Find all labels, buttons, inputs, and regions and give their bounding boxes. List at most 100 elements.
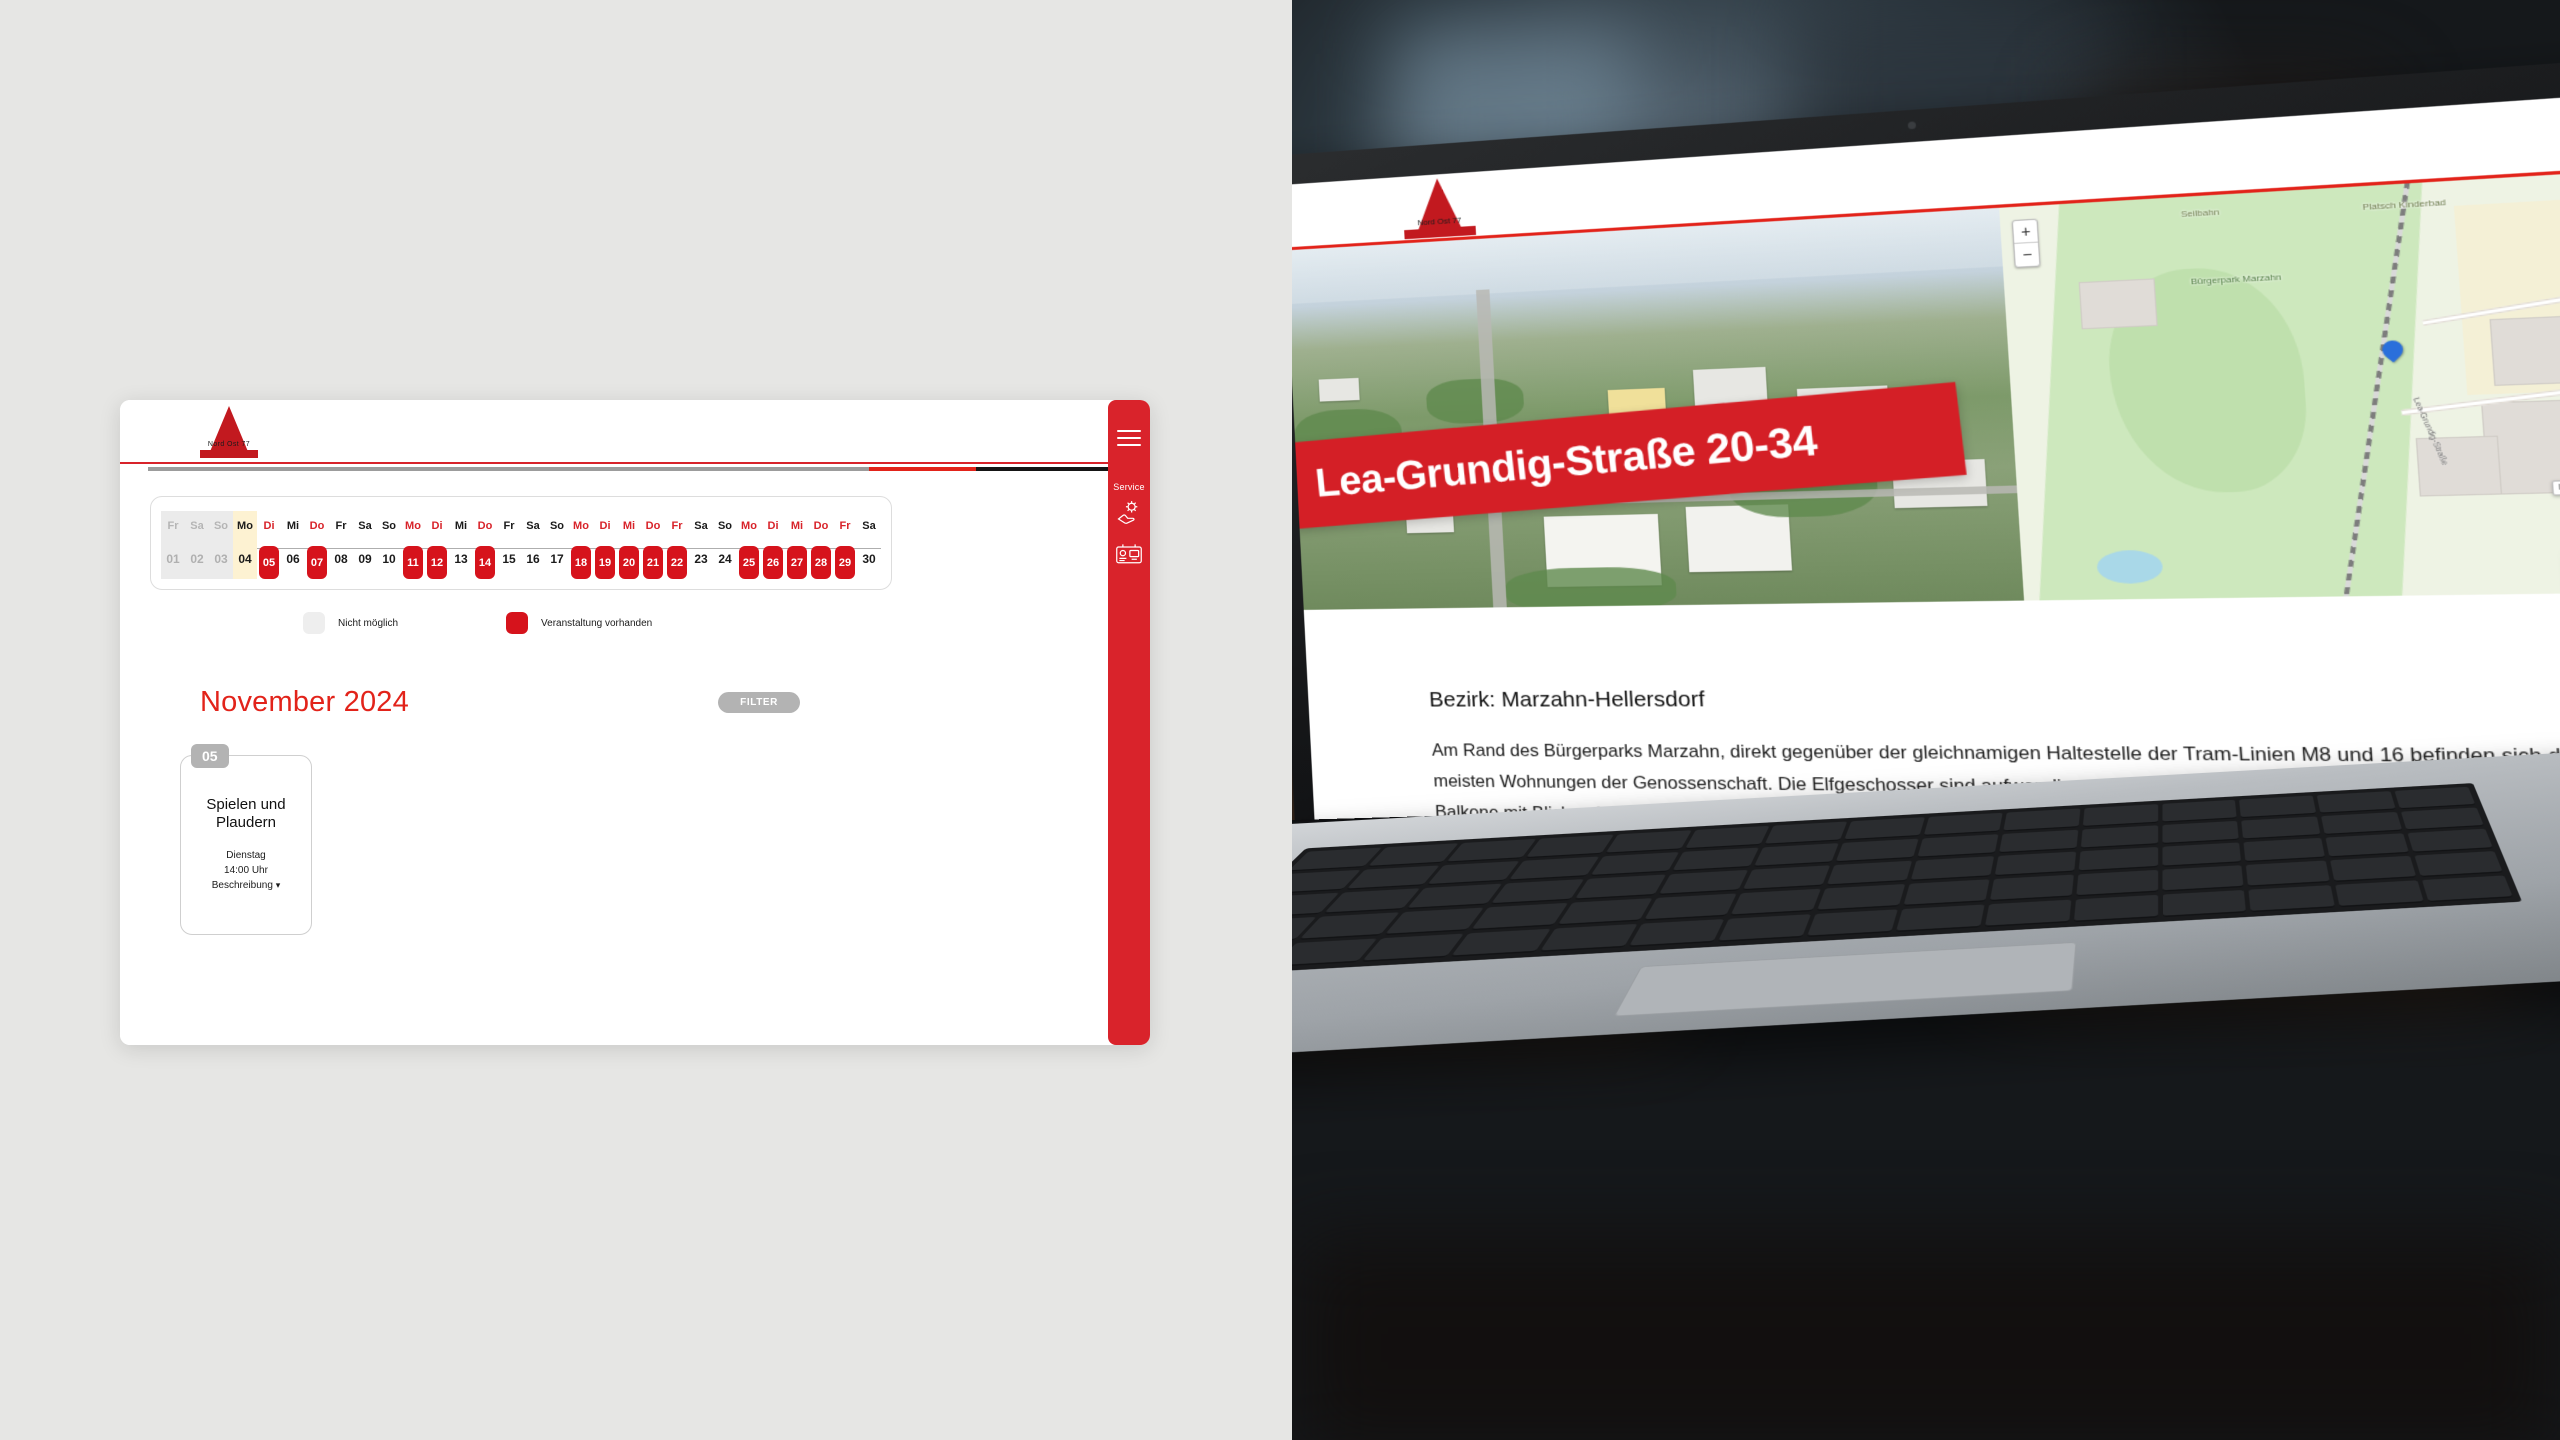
keyboard-key — [1999, 829, 2078, 853]
logo-nord-ost-77[interactable]: Nord Ost 77 — [200, 406, 258, 458]
keyboard-key — [1292, 848, 1381, 872]
calendar-day-19[interactable]: Di 19 — [593, 511, 617, 579]
event-card[interactable]: 05 Spielen und Plaudern Dienstag 14:00 U… — [180, 755, 312, 935]
calendar-day-number: 08 — [334, 553, 347, 565]
map-zoom-controls[interactable]: + − — [2012, 219, 2041, 268]
keyboard-key — [2162, 865, 2244, 891]
calendar-day-event-pill[interactable]: 12 — [427, 546, 447, 579]
event-description-label: Beschreibung — [212, 880, 273, 891]
hamburger-menu-icon[interactable] — [1117, 430, 1141, 451]
keyboard-key — [2395, 787, 2476, 809]
calendar-weekday-label: So — [377, 511, 401, 535]
calendar-day-27[interactable]: Mi 27 — [785, 511, 809, 579]
calendar-day-13[interactable]: Mi 13 — [449, 511, 473, 579]
calendar-day-05[interactable]: Di 05 — [257, 511, 281, 579]
calendar-day-number-wrap: 14 — [473, 535, 497, 579]
calendar-day-event-pill[interactable]: 21 — [643, 546, 663, 579]
calendar-day-12[interactable]: Di 12 — [425, 511, 449, 579]
osm-map[interactable]: + − Bürgerpark Marzahn Platsch Kinderbad… — [2000, 168, 2560, 600]
calendar-day-24[interactable]: So 24 — [713, 511, 737, 579]
keyboard-key — [1362, 933, 1464, 962]
calendar-day-15[interactable]: Fr 15 — [497, 511, 521, 579]
calendar-day-number-wrap: 23 — [689, 535, 713, 579]
keyboard-key — [1292, 938, 1378, 967]
keyboard-key — [1526, 835, 1614, 858]
calendar-day-event-pill[interactable]: 26 — [763, 546, 783, 579]
calendar-day-event-pill[interactable]: 19 — [595, 546, 615, 579]
calendar-weekday-label: Mi — [617, 511, 641, 535]
calendar-weekday-label: So — [713, 511, 737, 535]
calendar-day-event-pill[interactable]: 05 — [259, 546, 279, 579]
map-zoom-in-button[interactable]: + — [2013, 220, 2038, 244]
calendar-day-02: Sa 02 — [185, 511, 209, 579]
calendar-weekday-label: Do — [305, 511, 329, 535]
laptop-device: Service — [1292, 64, 2560, 1386]
calendar-day-event-pill[interactable]: 07 — [307, 546, 327, 579]
calendar-day-event-pill[interactable]: 25 — [739, 546, 759, 579]
calendar-day-23[interactable]: Sa 23 — [689, 511, 713, 579]
calendar-day-event-pill[interactable]: 28 — [811, 546, 831, 579]
calendar-day-29[interactable]: Fr 29 — [833, 511, 857, 579]
keyboard-key — [1754, 843, 1839, 867]
calendar-day-04[interactable]: Mo 04 — [233, 511, 257, 579]
map-pin-icon[interactable] — [2382, 340, 2404, 366]
calendar-day-06[interactable]: Mi 06 — [281, 511, 305, 579]
keyboard-key — [1540, 924, 1638, 952]
calendar-day-14[interactable]: Do 14 — [473, 511, 497, 579]
calendar-day-20[interactable]: Mi 20 — [617, 511, 641, 579]
keyboard-key — [2321, 812, 2402, 835]
calendar-day-26[interactable]: Di 26 — [761, 511, 785, 579]
calendar-weekday-label: Do — [809, 511, 833, 535]
calendar-day-30[interactable]: Sa 30 — [857, 511, 881, 579]
calendar-day-16[interactable]: Sa 16 — [521, 511, 545, 579]
calendar-day-event-pill[interactable]: 22 — [667, 546, 687, 579]
keyboard-key — [2336, 880, 2425, 907]
calendar-day-event-pill[interactable]: 27 — [787, 546, 807, 579]
calendar-day-17[interactable]: So 17 — [545, 511, 569, 579]
calendar-weekday-label: Mi — [449, 511, 473, 535]
calendar-day-25[interactable]: Mo 25 — [737, 511, 761, 579]
calendar-day-22[interactable]: Fr 22 — [665, 511, 689, 579]
keyboard-key — [2331, 856, 2417, 882]
calendar-day-11[interactable]: Mo 11 — [401, 511, 425, 579]
calendar-day-28[interactable]: Do 28 — [809, 511, 833, 579]
legend-swatch-gray — [303, 612, 325, 634]
calendar-day-21[interactable]: Do 21 — [641, 511, 665, 579]
laptop-lid: Service — [1292, 54, 2560, 871]
calendar-weekday-label: Mo — [233, 511, 257, 535]
calendar-weekday-label: Mi — [281, 511, 305, 535]
calendar-day-event-pill[interactable]: 20 — [619, 546, 639, 579]
filter-button[interactable]: FILTER — [718, 692, 800, 713]
calendar-day-09[interactable]: Sa 09 — [353, 511, 377, 579]
chevron-down-icon: ▾ — [276, 880, 281, 890]
keyboard-key — [2408, 829, 2494, 853]
calendar-day-10[interactable]: So 10 — [377, 511, 401, 579]
keyboard-key — [2080, 825, 2157, 849]
calendar-day-07[interactable]: Do 07 — [305, 511, 329, 579]
keyboard-key — [1817, 884, 1905, 911]
calendar-weekday-label: Fr — [665, 511, 689, 535]
calendar-day-number: 17 — [550, 553, 563, 565]
calendar-day-18[interactable]: Mo 18 — [569, 511, 593, 579]
calendar-day-event-pill[interactable]: 14 — [475, 546, 495, 579]
keyboard-key — [1575, 874, 1667, 900]
id-card-monitor-icon[interactable] — [1115, 540, 1143, 568]
browser-window: Service Nord Ost 77 Fr 01 Sa 02 So 03 Mo… — [120, 400, 1150, 1045]
logo-nord-ost-77[interactable]: Nord Ost 77 — [1402, 176, 1477, 239]
page-progress-bar[interactable] — [120, 464, 1150, 474]
keyboard-key — [2082, 804, 2157, 827]
gear-in-hand-icon[interactable] — [1115, 498, 1143, 526]
calendar-day-number-wrap: 17 — [545, 535, 569, 579]
calendar-day-event-pill[interactable]: 29 — [835, 546, 855, 579]
keyboard-key — [2326, 833, 2410, 858]
logo-bar — [200, 450, 258, 458]
map-zoom-out-button[interactable]: − — [2015, 243, 2040, 267]
event-description-toggle[interactable]: Beschreibung ▾ — [191, 880, 301, 891]
calendar-day-number: 03 — [214, 553, 227, 565]
keyboard-key — [2422, 875, 2513, 902]
calendar-day-event-pill[interactable]: 18 — [571, 546, 591, 579]
calendar-day-08[interactable]: Fr 08 — [329, 511, 353, 579]
calendar-day-event-pill[interactable]: 11 — [403, 546, 423, 579]
calendar-day-number-wrap: 15 — [497, 535, 521, 579]
progress-segment-black — [976, 467, 1122, 471]
